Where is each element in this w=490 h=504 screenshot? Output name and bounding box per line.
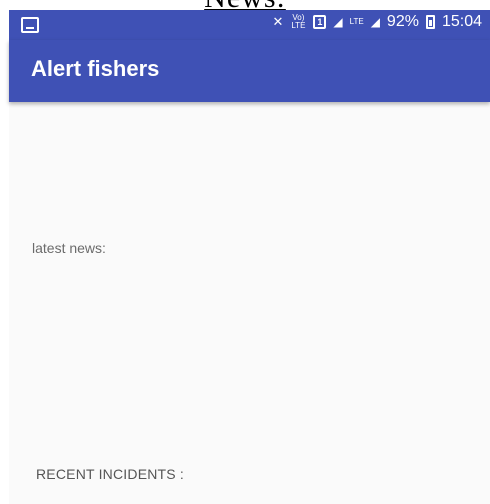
phone-screen: ✕ Vo) LTE 1 ◢ LTE ◢ 92% 15:04 Alert fish… [9,10,490,504]
screenshot-notification-icon [21,17,39,33]
latest-news-label: latest news: [32,240,106,256]
status-icons: ✕ Vo) LTE 1 ◢ LTE ◢ 92% 15:04 [272,14,482,30]
status-bar: ✕ Vo) LTE 1 ◢ LTE ◢ 92% 15:04 [9,10,490,40]
volte-icon: Vo) LTE [291,13,306,30]
signal-strength-icon: ◢ [370,15,380,29]
app-title: Alert fishers [31,56,160,81]
vibrate-mute-icon: ✕ [272,14,284,29]
sim-icon: 1 [313,15,327,29]
clock: 15:04 [441,13,482,30]
lte-icon: LTE [349,17,364,26]
battery-percent: 92% [386,13,419,30]
signal-icon: ◢ [333,15,343,29]
battery-icon [425,15,435,29]
app-bar: Alert fishers [9,40,490,102]
overlay-heading: News: [0,0,490,10]
recent-incidents-label: RECENT INCIDENTS : [36,466,185,482]
